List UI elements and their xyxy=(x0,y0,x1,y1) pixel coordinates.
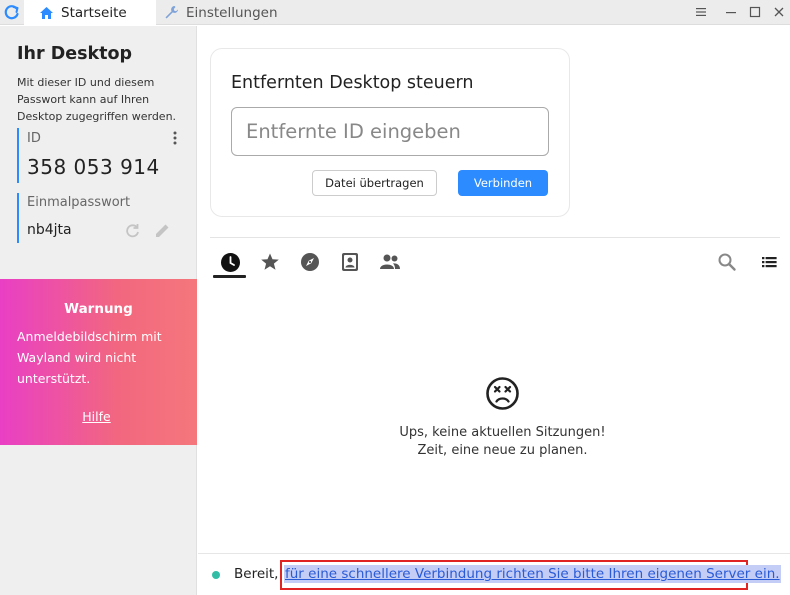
more-options-icon[interactable] xyxy=(172,130,178,146)
empty-state-line1: Ups, keine aktuellen Sitzungen! xyxy=(399,425,606,440)
connect-button[interactable]: Verbinden xyxy=(458,170,548,196)
search-button[interactable] xyxy=(716,251,738,273)
status-link-highlight: für eine schnellere Verbindung richten S… xyxy=(280,560,781,590)
status-bar-divider xyxy=(198,553,790,554)
wayland-warning-panel: Warnung Anmeldebildschirm mit Wayland wi… xyxy=(0,279,197,445)
password-block: Einmalpasswort nb4jta xyxy=(17,193,182,243)
id-value[interactable]: 358 053 914 xyxy=(27,155,160,179)
your-desktop-title: Ihr Desktop xyxy=(17,44,133,64)
empty-state-message: Ups, keine aktuellen Sitzungen! Zeit, ei… xyxy=(380,424,625,460)
maximize-icon xyxy=(749,6,761,18)
menu-button[interactable] xyxy=(693,4,709,20)
id-label: ID xyxy=(27,131,41,146)
discovered-icon xyxy=(301,253,319,271)
list-view-icon xyxy=(761,257,777,268)
group-icon xyxy=(380,254,400,269)
help-link[interactable]: Hilfe xyxy=(0,409,193,424)
divider xyxy=(210,237,780,238)
tab-recent-sessions[interactable] xyxy=(219,251,241,273)
id-block: ID 358 053 914 xyxy=(17,128,182,183)
your-desktop-description: Mit dieser ID und diesem Passwort kann a… xyxy=(17,76,177,123)
password-label: Einmalpasswort xyxy=(27,195,131,210)
view-toggle-button[interactable] xyxy=(758,251,780,273)
remote-control-card: Entfernten Desktop steuern Datei übertra… xyxy=(210,48,570,217)
remote-id-input[interactable] xyxy=(231,107,549,156)
title-bar: Startseite Einstellungen xyxy=(0,0,790,25)
address-book-icon xyxy=(342,253,358,271)
search-icon xyxy=(718,253,736,271)
close-icon xyxy=(774,7,784,17)
own-server-setup-link[interactable]: für eine schnellere Verbindung richten S… xyxy=(284,565,781,583)
remote-control-title: Entfernten Desktop steuern xyxy=(231,73,474,93)
tab-settings-label: Einstellungen xyxy=(186,4,278,21)
warning-text: Anmeldebildschirm mit Wayland wird nicht… xyxy=(17,329,162,386)
tab-favorites[interactable] xyxy=(259,251,281,273)
maximize-button[interactable] xyxy=(747,4,763,20)
tab-home-label: Startseite xyxy=(61,4,127,21)
wrench-icon xyxy=(165,6,178,19)
recent-sessions-icon xyxy=(220,252,240,272)
home-icon xyxy=(40,6,53,19)
menu-icon xyxy=(696,8,706,16)
tab-home[interactable]: Startseite xyxy=(24,0,156,25)
tab-discovered[interactable] xyxy=(299,251,321,273)
tab-address-book[interactable] xyxy=(339,251,361,273)
favorites-icon xyxy=(261,253,279,270)
sad-face-icon xyxy=(486,377,519,410)
tab-group[interactable] xyxy=(379,251,401,273)
refresh-password-icon[interactable] xyxy=(124,222,141,239)
status-ready-text: Bereit, xyxy=(234,566,279,582)
edit-password-icon[interactable] xyxy=(154,222,171,239)
left-panel: Ihr Desktop Mit dieser ID und diesem Pas… xyxy=(0,26,197,595)
minimize-button[interactable] xyxy=(723,4,739,20)
minimize-icon xyxy=(726,12,736,14)
close-button[interactable] xyxy=(771,4,787,20)
active-tab-indicator xyxy=(213,275,246,278)
warning-title: Warnung xyxy=(64,301,133,317)
status-indicator xyxy=(212,571,220,579)
empty-state-line2: Zeit, eine neue zu planen. xyxy=(417,443,588,458)
app-logo-icon xyxy=(4,5,19,20)
password-value[interactable]: nb4jta xyxy=(27,222,72,238)
file-transfer-button[interactable]: Datei übertragen xyxy=(312,170,437,196)
tab-settings[interactable]: Einstellungen xyxy=(164,0,278,25)
